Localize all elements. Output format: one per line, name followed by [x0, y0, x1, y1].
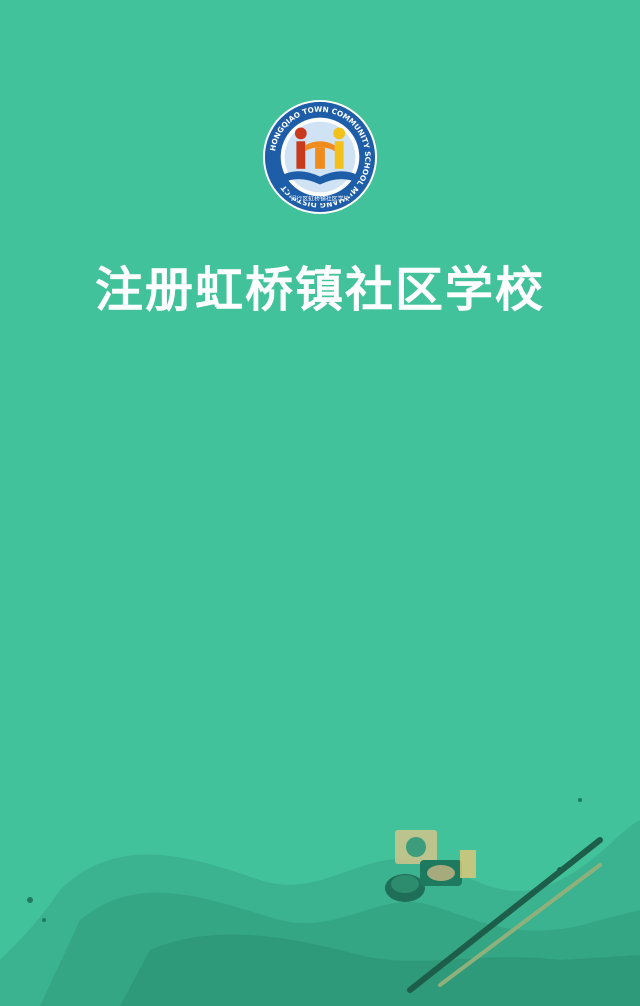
school-logo-icon: HONGQIAO TOWN COMMUNITY SCHOOL MINHANG D… — [262, 99, 378, 215]
logo-bottom-text: 闵行区虹桥镇社区学校 — [291, 194, 350, 202]
page-title: 注册虹桥镇社区学校 — [94, 262, 545, 318]
ink-brush-painting-icon — [0, 798, 640, 1006]
registration-splash-screen: HONGQIAO TOWN COMMUNITY SCHOOL MINHANG D… — [0, 0, 640, 1006]
